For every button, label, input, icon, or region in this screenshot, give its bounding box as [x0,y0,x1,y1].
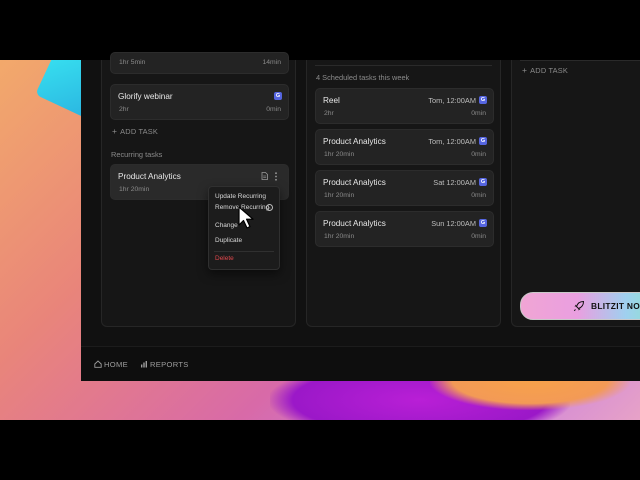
letterbox-top [0,0,640,60]
scheduled-tasks-header: 4 Scheduled tasks this week [316,73,410,82]
task-date: Tom, 12:00AM [428,137,476,146]
next-column: + ADD TASK [511,60,640,327]
task-date: Tom, 12:00AM [428,96,476,105]
add-task-button[interactable]: + ADD TASK [112,126,158,136]
google-calendar-icon: G [479,96,487,104]
task-duration: 1hr 20min [324,192,355,199]
task-card[interactable]: 1hr 5min 14min [110,52,289,74]
task-date: Sun 12:00AM [431,219,476,228]
change-menu-item[interactable]: Change [215,222,238,229]
task-time-left: 0min [471,110,486,117]
task-title: Reel [323,96,340,105]
task-time-left: 14min [262,59,281,66]
task-time-left: 0min [471,192,486,199]
add-task-button[interactable]: + ADD TASK [522,65,568,75]
task-title: Product Analytics [323,137,386,146]
blitzit-now-label: BLITZIT NOW [591,301,640,311]
home-icon [94,360,102,368]
duplicate-menu-item[interactable]: Duplicate [215,237,242,244]
nav-reports[interactable]: REPORTS [140,360,189,369]
task-time-left: 0min [471,151,486,158]
bar-chart-icon [141,361,147,368]
app-window: 1hr 5min 14min Glorify webinar G 2hr 0mi… [81,52,640,381]
task-duration: 1hr 5min [119,59,146,66]
blitzit-now-button[interactable]: BLITZIT NOW [520,292,640,320]
scheduled-task-card[interactable]: Product Analytics Sun 12:00AM G 1hr 20mi… [315,211,494,247]
task-duration: 1hr 20min [119,186,150,193]
task-title: Product Analytics [323,219,386,228]
delete-menu-item[interactable]: Delete [215,255,234,262]
google-calendar-icon: G [479,219,487,227]
remove-icon: × [266,204,273,211]
task-duration: 2hr [324,110,334,117]
scheduled-task-card[interactable]: Product Analytics Tom, 12:00AM G 1hr 20m… [315,129,494,165]
notes-icon[interactable] [261,172,268,180]
more-options-icon[interactable] [274,172,278,181]
update-recurring-menu-item[interactable]: Update Recurring [215,193,266,200]
task-time-left: 0min [266,106,281,113]
divider [520,60,640,61]
task-duration: 1hr 20min [324,151,355,158]
scheduled-task-card[interactable]: Reel Tom, 12:00AM G 2hr 0min [315,88,494,124]
task-time-left: 0min [471,233,486,240]
task-title: Glorify webinar [118,92,173,101]
add-task-label: ADD TASK [530,66,569,75]
scheduled-column: 4 Scheduled tasks this week Reel Tom, 12… [306,60,501,327]
plus-icon: + [522,65,528,75]
divider [315,65,492,66]
plus-icon: + [112,126,118,136]
nav-home[interactable]: HOME [94,360,128,369]
google-calendar-icon: G [479,178,487,186]
scheduled-task-card[interactable]: Product Analytics Sat 12:00AM G 1hr 20mi… [315,170,494,206]
recurring-tasks-label: Recurring tasks [111,150,163,159]
task-title: Product Analytics [323,178,386,187]
rocket-icon [573,300,585,312]
task-duration: 1hr 20min [324,233,355,240]
menu-divider [214,251,274,252]
bottom-nav: HOME REPORTS [81,346,640,381]
google-calendar-icon: G [274,92,282,100]
task-card-glorify-webinar[interactable]: Glorify webinar G 2hr 0min [110,84,289,120]
letterbox-bottom [0,420,640,480]
mouse-cursor-icon [238,206,254,229]
task-title: Product Analytics [118,172,181,181]
nav-home-label: HOME [104,360,128,369]
nav-reports-label: REPORTS [150,360,189,369]
google-calendar-icon: G [479,137,487,145]
task-duration: 2hr [119,106,129,113]
add-task-label: ADD TASK [120,127,159,136]
task-date: Sat 12:00AM [433,178,476,187]
